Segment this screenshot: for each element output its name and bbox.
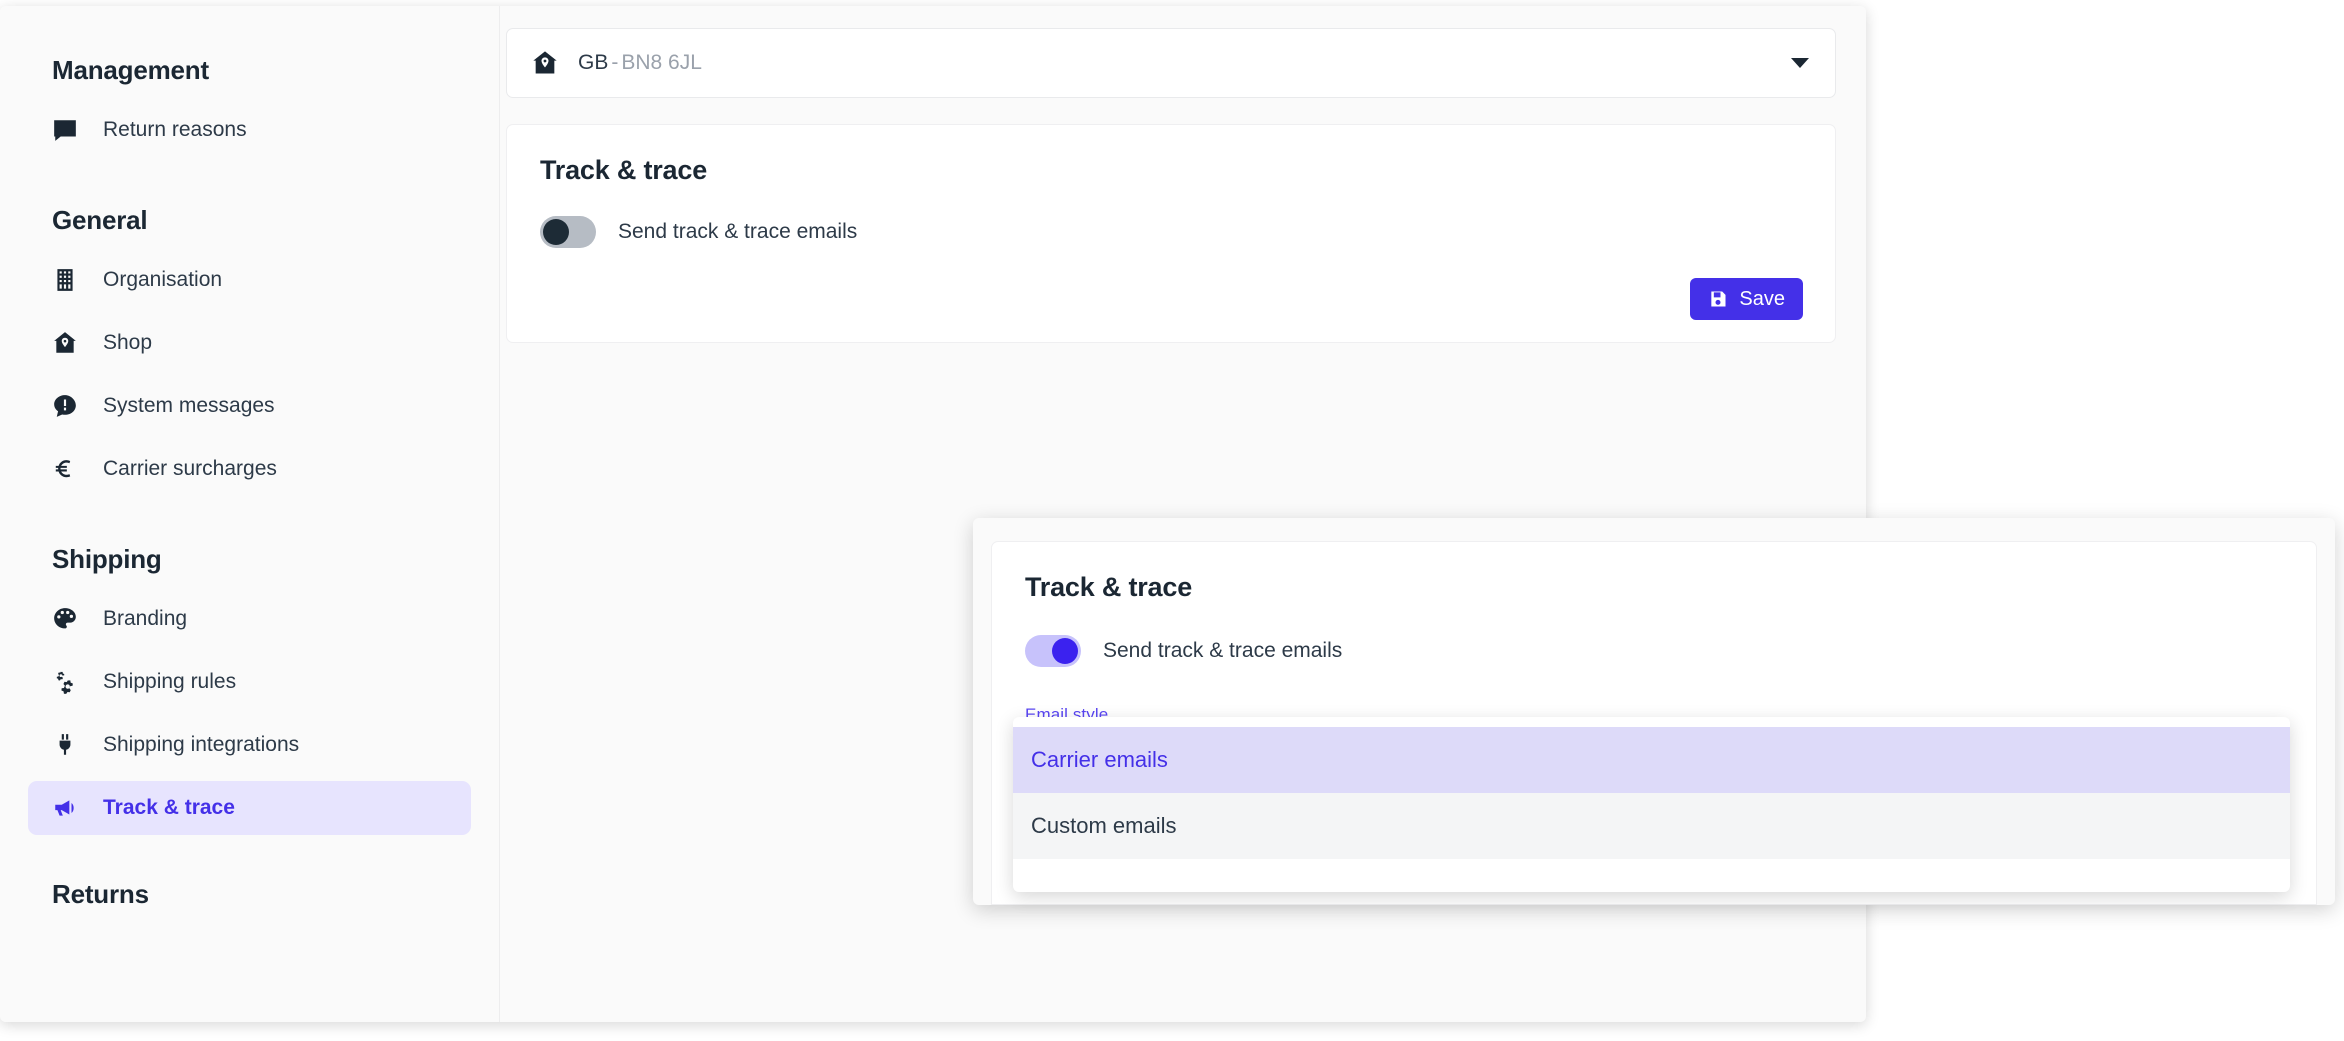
dropdown-option-custom-emails[interactable]: Custom emails bbox=[1013, 793, 2290, 859]
send-track-trace-emails-toggle[interactable] bbox=[540, 216, 596, 248]
sidebar-item-label: Track & trace bbox=[103, 796, 235, 819]
shop-selector[interactable]: GB - BN8 6JL bbox=[506, 28, 1836, 98]
dropdown-option-carrier-emails[interactable]: Carrier emails bbox=[1013, 727, 2290, 793]
sidebar-section-title-general: General bbox=[52, 205, 148, 235]
sidebar-section-title-management: Management bbox=[52, 55, 209, 85]
megaphone-icon bbox=[52, 795, 78, 821]
overlay-send-track-trace-emails-toggle[interactable] bbox=[1025, 635, 1081, 667]
sidebar-item-label: Carrier surcharges bbox=[103, 457, 277, 480]
sidebar-item-label: System messages bbox=[103, 394, 275, 417]
save-floppy-icon bbox=[1711, 291, 1726, 307]
sidebar-item-label: Return reasons bbox=[103, 118, 247, 141]
overlay-send-emails-toggle-row: Send track & trace emails bbox=[1014, 635, 2284, 667]
sidebar-section-title-returns: Returns bbox=[52, 879, 149, 909]
overlay-toggle-label: Send track & trace emails bbox=[1103, 639, 1343, 662]
sidebar-item-label: Organisation bbox=[103, 268, 223, 291]
sidebar-item-label: Shop bbox=[103, 331, 153, 354]
shop-selector-value: GB - BN8 6JL bbox=[578, 51, 702, 75]
euro-icon bbox=[52, 456, 78, 482]
card-actions: Save bbox=[529, 278, 1803, 320]
sidebar-item-label: Shipping integrations bbox=[103, 733, 300, 756]
comment-list-icon bbox=[52, 117, 78, 143]
sidebar: Management Return reasons General Organi… bbox=[0, 6, 500, 1022]
dropdown-option-label: Custom emails bbox=[1031, 813, 1177, 838]
track-and-trace-card: Track & trace Send track & trace emails … bbox=[506, 124, 1836, 343]
shop-postcode: BN8 6JL bbox=[621, 51, 702, 74]
sidebar-item-shop[interactable]: Shop bbox=[28, 316, 471, 370]
send-emails-toggle-row: Send track & trace emails bbox=[529, 216, 1803, 248]
building-icon bbox=[52, 267, 78, 293]
toggle-knob bbox=[543, 219, 569, 245]
toggle-knob bbox=[1052, 638, 1078, 664]
sidebar-item-return-reasons[interactable]: Return reasons bbox=[28, 103, 471, 157]
chevron-down-icon[interactable] bbox=[1791, 58, 1809, 68]
sidebar-item-branding[interactable]: Branding bbox=[28, 592, 471, 646]
card-title: Track & trace bbox=[540, 155, 708, 185]
save-button-label: Save bbox=[1739, 287, 1785, 310]
shop-separator: - bbox=[611, 51, 619, 74]
comment-exclamation-icon bbox=[52, 393, 78, 419]
plug-icon bbox=[52, 732, 78, 758]
sidebar-item-system-messages[interactable]: System messages bbox=[28, 379, 471, 433]
sidebar-item-organisation[interactable]: Organisation bbox=[28, 253, 471, 307]
palette-icon bbox=[52, 606, 78, 632]
toggle-label: Send track & trace emails bbox=[618, 220, 858, 243]
overlay-card-title: Track & trace bbox=[1025, 572, 1193, 602]
shop-country: GB bbox=[578, 51, 609, 74]
gears-icon bbox=[52, 669, 78, 695]
shop-home-pin-icon bbox=[531, 49, 559, 77]
shop-home-pin-icon bbox=[52, 330, 78, 356]
sidebar-item-shipping-integrations[interactable]: Shipping integrations bbox=[28, 718, 471, 772]
email-style-dropdown-list[interactable]: Carrier emails Custom emails bbox=[1013, 717, 2290, 892]
dropdown-option-label: Carrier emails bbox=[1031, 747, 1168, 772]
sidebar-item-label: Shipping rules bbox=[103, 670, 237, 693]
sidebar-item-carrier-surcharges[interactable]: Carrier surcharges bbox=[28, 442, 471, 496]
sidebar-item-shipping-rules[interactable]: Shipping rules bbox=[28, 655, 471, 709]
sidebar-item-label: Branding bbox=[103, 607, 188, 630]
sidebar-item-track-and-trace[interactable]: Track & trace bbox=[28, 781, 471, 835]
save-button[interactable]: Save bbox=[1690, 278, 1803, 320]
sidebar-section-title-shipping: Shipping bbox=[52, 544, 162, 574]
